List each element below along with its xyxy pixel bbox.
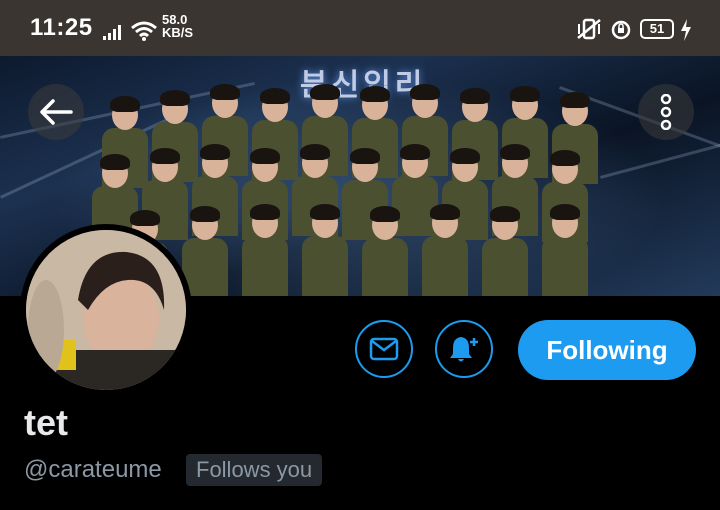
message-button[interactable] bbox=[355, 320, 413, 378]
arrow-left-icon bbox=[40, 99, 73, 125]
battery-icon: 51 bbox=[640, 19, 674, 39]
profile-avatar[interactable] bbox=[20, 224, 192, 396]
status-bar: 11:25 58.0 KB/S 51 bbox=[0, 0, 720, 56]
battery-level: 51 bbox=[649, 21, 665, 36]
following-button[interactable]: Following bbox=[518, 320, 696, 380]
status-time: 11:25 bbox=[30, 14, 93, 41]
user-handle: @carateume bbox=[24, 456, 162, 483]
notifications-button[interactable] bbox=[435, 320, 493, 378]
avatar-portrait bbox=[26, 230, 186, 390]
more-options-button[interactable] bbox=[638, 84, 694, 140]
signal-icon bbox=[103, 25, 121, 40]
alarm-icon bbox=[611, 20, 631, 40]
more-vertical-icon bbox=[660, 94, 672, 130]
vibrate-off-icon bbox=[577, 18, 601, 40]
display-name: tet bbox=[24, 402, 68, 443]
network-speed: 58.0 KB/S bbox=[162, 13, 193, 39]
avatar-photo bbox=[26, 230, 186, 390]
bell-plus-icon bbox=[450, 337, 478, 362]
network-speed-unit: KB/S bbox=[162, 25, 194, 40]
envelope-icon bbox=[369, 337, 399, 361]
charging-icon bbox=[681, 19, 691, 41]
back-button[interactable] bbox=[28, 84, 84, 140]
follows-you-badge: Follows you bbox=[186, 454, 323, 486]
wifi-icon bbox=[131, 21, 157, 41]
